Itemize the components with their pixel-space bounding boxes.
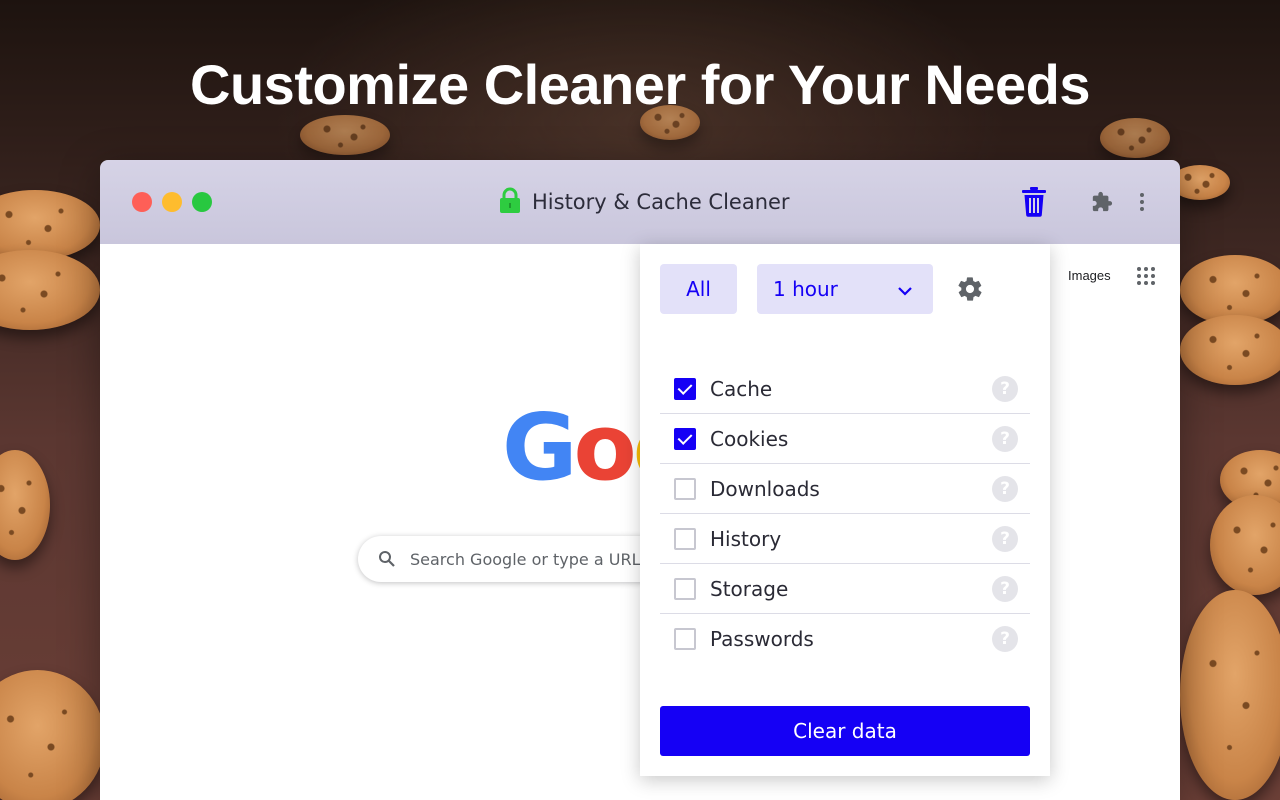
headline: Customize Cleaner for Your Needs <box>190 53 1090 116</box>
time-range-value: 1 hour <box>773 277 838 301</box>
chevron-down-icon <box>897 280 913 304</box>
option-label: Downloads <box>710 477 820 501</box>
cookie-decoration <box>0 670 105 800</box>
apps-grid-icon[interactable] <box>1136 266 1156 286</box>
help-icon[interactable]: ? <box>992 426 1018 452</box>
trash-icon[interactable] <box>1020 187 1048 217</box>
checkbox-cookies[interactable] <box>674 428 696 450</box>
close-window-button[interactable] <box>132 192 152 212</box>
checkbox-storage[interactable] <box>674 578 696 600</box>
maximize-window-button[interactable] <box>192 192 212 212</box>
cookie-decoration <box>1180 590 1280 800</box>
minimize-window-button[interactable] <box>162 192 182 212</box>
option-label: Cookies <box>710 427 789 451</box>
option-downloads[interactable]: Downloads ? <box>660 464 1030 514</box>
checkbox-cache[interactable] <box>674 378 696 400</box>
checkbox-downloads[interactable] <box>674 478 696 500</box>
time-range-select[interactable]: 1 hour <box>757 264 933 314</box>
window-title-text: History & Cache Cleaner <box>532 190 790 214</box>
search-icon <box>378 550 396 573</box>
option-label: Storage <box>710 577 789 601</box>
data-type-options: Cache ? Cookies ? Downloads ? History ? … <box>660 364 1030 664</box>
dark-mode-moon-icon[interactable] <box>1000 275 1028 303</box>
all-button[interactable]: All <box>660 264 737 314</box>
search-placeholder: Search Google or type a URL <box>410 550 641 569</box>
option-history[interactable]: History ? <box>660 514 1030 564</box>
help-icon[interactable]: ? <box>992 376 1018 402</box>
images-link[interactable]: Images <box>1068 268 1111 283</box>
option-cookies[interactable]: Cookies ? <box>660 414 1030 464</box>
more-vert-icon[interactable] <box>1132 190 1152 214</box>
cookie-decoration <box>1180 315 1280 385</box>
help-icon[interactable]: ? <box>992 476 1018 502</box>
option-label: Cache <box>710 377 773 401</box>
checkbox-passwords[interactable] <box>674 628 696 650</box>
lock-icon <box>498 187 522 218</box>
option-label: Passwords <box>710 627 814 651</box>
title-bar: History & Cache Cleaner <box>100 160 1180 244</box>
cookie-decoration <box>0 190 100 260</box>
option-label: History <box>710 527 782 551</box>
option-passwords[interactable]: Passwords ? <box>660 614 1030 664</box>
help-icon[interactable]: ? <box>992 576 1018 602</box>
cookie-decoration <box>1210 495 1280 595</box>
gear-icon[interactable] <box>956 275 984 303</box>
clear-data-button[interactable]: Clear data <box>660 706 1030 756</box>
cookie-decoration <box>300 115 390 155</box>
option-cache[interactable]: Cache ? <box>660 364 1030 414</box>
cookie-decoration <box>0 250 100 330</box>
help-icon[interactable]: ? <box>992 626 1018 652</box>
puzzle-icon[interactable] <box>1090 190 1114 214</box>
cleaner-popup: All 1 hour Cache ? Cookies ? Downloads ?… <box>640 244 1050 776</box>
help-icon[interactable]: ? <box>992 526 1018 552</box>
cookie-decoration <box>0 450 50 560</box>
window-title: History & Cache Cleaner <box>498 187 790 218</box>
checkbox-history[interactable] <box>674 528 696 550</box>
option-storage[interactable]: Storage ? <box>660 564 1030 614</box>
cookie-decoration <box>1100 118 1170 158</box>
